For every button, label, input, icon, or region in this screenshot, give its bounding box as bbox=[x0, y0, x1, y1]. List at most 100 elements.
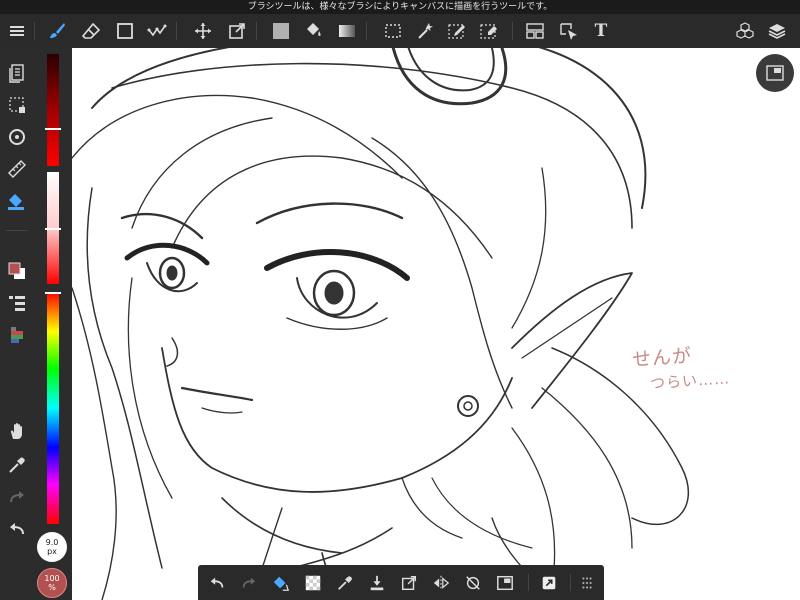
fit-screen-button[interactable] bbox=[490, 565, 520, 600]
layers-icon bbox=[768, 24, 786, 39]
rotate-reset-button[interactable] bbox=[458, 565, 488, 600]
undo-button[interactable] bbox=[4, 516, 30, 542]
redo-button[interactable] bbox=[4, 484, 30, 510]
transparent-color-button[interactable] bbox=[298, 565, 328, 600]
color-saturation-slider[interactable] bbox=[45, 172, 61, 284]
share-button[interactable] bbox=[534, 565, 564, 600]
toolbar-divider bbox=[34, 22, 35, 40]
hand-button[interactable] bbox=[4, 418, 30, 444]
eyedropper-button[interactable] bbox=[330, 565, 360, 600]
redo-button[interactable] bbox=[234, 565, 264, 600]
eyedropper-button[interactable] bbox=[4, 452, 30, 478]
share-icon bbox=[542, 576, 556, 589]
marquee-icon bbox=[385, 24, 401, 38]
hue-slider[interactable] bbox=[45, 292, 61, 524]
magic-wand-icon bbox=[418, 23, 433, 39]
undo-icon bbox=[10, 523, 24, 535]
transform-icon bbox=[229, 23, 245, 39]
tool-correction[interactable] bbox=[142, 14, 172, 48]
toolbar-divider bbox=[256, 22, 257, 40]
color-palette-icon bbox=[11, 327, 23, 343]
tool-select-eraser[interactable] bbox=[474, 14, 504, 48]
select-pen-icon bbox=[448, 24, 465, 39]
square-icon bbox=[117, 23, 133, 39]
navigator-button[interactable] bbox=[756, 54, 794, 92]
menu-button[interactable] bbox=[2, 14, 32, 48]
flip-button[interactable] bbox=[426, 565, 456, 600]
brush-opacity-unit: % bbox=[48, 583, 56, 592]
tool-shape[interactable] bbox=[110, 14, 140, 48]
tool-select-pen[interactable] bbox=[442, 14, 472, 48]
selection-icon bbox=[9, 97, 25, 113]
frame-divide-icon bbox=[526, 23, 544, 39]
color-swatch-button[interactable] bbox=[4, 258, 30, 284]
slider-handle[interactable] bbox=[45, 128, 61, 130]
tool-magic-wand[interactable] bbox=[410, 14, 440, 48]
redo-icon bbox=[242, 577, 256, 588]
slider-handle[interactable] bbox=[45, 228, 61, 230]
save-button[interactable] bbox=[362, 565, 392, 600]
tool-brush[interactable] bbox=[42, 14, 72, 48]
layers-button[interactable] bbox=[762, 14, 792, 48]
brush-size-button[interactable]: 9.0 px bbox=[37, 532, 67, 562]
tool-fill[interactable] bbox=[266, 14, 296, 48]
gradient-icon bbox=[339, 25, 355, 37]
tool-text[interactable]: T bbox=[586, 14, 616, 48]
slider-handle[interactable] bbox=[45, 292, 61, 294]
hamburger-icon bbox=[10, 26, 24, 36]
fit-icon bbox=[497, 575, 513, 590]
tool-gradient[interactable] bbox=[332, 14, 362, 48]
eyedropper-icon bbox=[338, 575, 352, 590]
ink-fill-button[interactable] bbox=[4, 188, 30, 214]
selection-button[interactable] bbox=[4, 92, 30, 118]
tool-select[interactable] bbox=[378, 14, 408, 48]
correction-icon bbox=[147, 24, 167, 37]
fill-color-icon bbox=[273, 23, 289, 39]
color-slider-strip: 9.0 px 100 % bbox=[34, 48, 72, 600]
snap-button[interactable] bbox=[4, 124, 30, 150]
toolbar-divider bbox=[176, 22, 177, 40]
more-menu-button[interactable] bbox=[572, 565, 602, 600]
tool-operation[interactable] bbox=[554, 14, 584, 48]
save-icon bbox=[370, 575, 384, 590]
drawing-canvas[interactable]: せんが つらい…… bbox=[72, 48, 800, 600]
tool-move[interactable] bbox=[188, 14, 218, 48]
brush-size-unit: px bbox=[47, 547, 57, 556]
color-red-slider[interactable] bbox=[45, 54, 61, 166]
ruler-button[interactable] bbox=[4, 156, 30, 182]
material-button[interactable] bbox=[730, 14, 760, 48]
brush-opacity-button[interactable]: 100 % bbox=[37, 568, 67, 598]
grid-menu-icon bbox=[582, 576, 592, 589]
undo-icon bbox=[210, 577, 224, 588]
color-palette-button[interactable] bbox=[4, 322, 30, 348]
tool-transform[interactable] bbox=[222, 14, 252, 48]
page-button[interactable] bbox=[4, 60, 30, 86]
material-icon bbox=[736, 22, 754, 39]
brush-list-icon bbox=[9, 296, 25, 311]
brush-size-value: 9.0 bbox=[45, 538, 59, 547]
tool-bucket[interactable] bbox=[298, 14, 328, 48]
flip-icon bbox=[433, 575, 450, 590]
brush-icon bbox=[50, 23, 65, 38]
top-toolbar: T bbox=[0, 14, 800, 48]
brush-fill-icon bbox=[273, 576, 290, 591]
tool-hint-bar: ブラシツールは、様々なブラシによりキャンバスに描画を行うツールです。 bbox=[0, 0, 800, 14]
color-swatch-icon bbox=[8, 262, 25, 279]
undo-button[interactable] bbox=[202, 565, 232, 600]
left-tool-panel bbox=[0, 48, 34, 600]
ruler-icon bbox=[8, 160, 26, 178]
text-icon: T bbox=[594, 21, 608, 41]
export-icon bbox=[401, 575, 417, 590]
rotate-off-icon bbox=[466, 575, 480, 590]
tool-divide[interactable] bbox=[520, 14, 550, 48]
brush-fill-button[interactable] bbox=[266, 565, 296, 600]
tool-eraser[interactable] bbox=[76, 14, 106, 48]
bottom-toolbar bbox=[198, 565, 604, 600]
line-art-illustration bbox=[72, 48, 689, 600]
brush-list-button[interactable] bbox=[4, 290, 30, 316]
snap-icon bbox=[9, 129, 25, 145]
bucket-icon bbox=[307, 23, 321, 36]
document-icon bbox=[9, 64, 24, 83]
export-button[interactable] bbox=[394, 565, 424, 600]
toolbar-divider bbox=[528, 574, 529, 591]
